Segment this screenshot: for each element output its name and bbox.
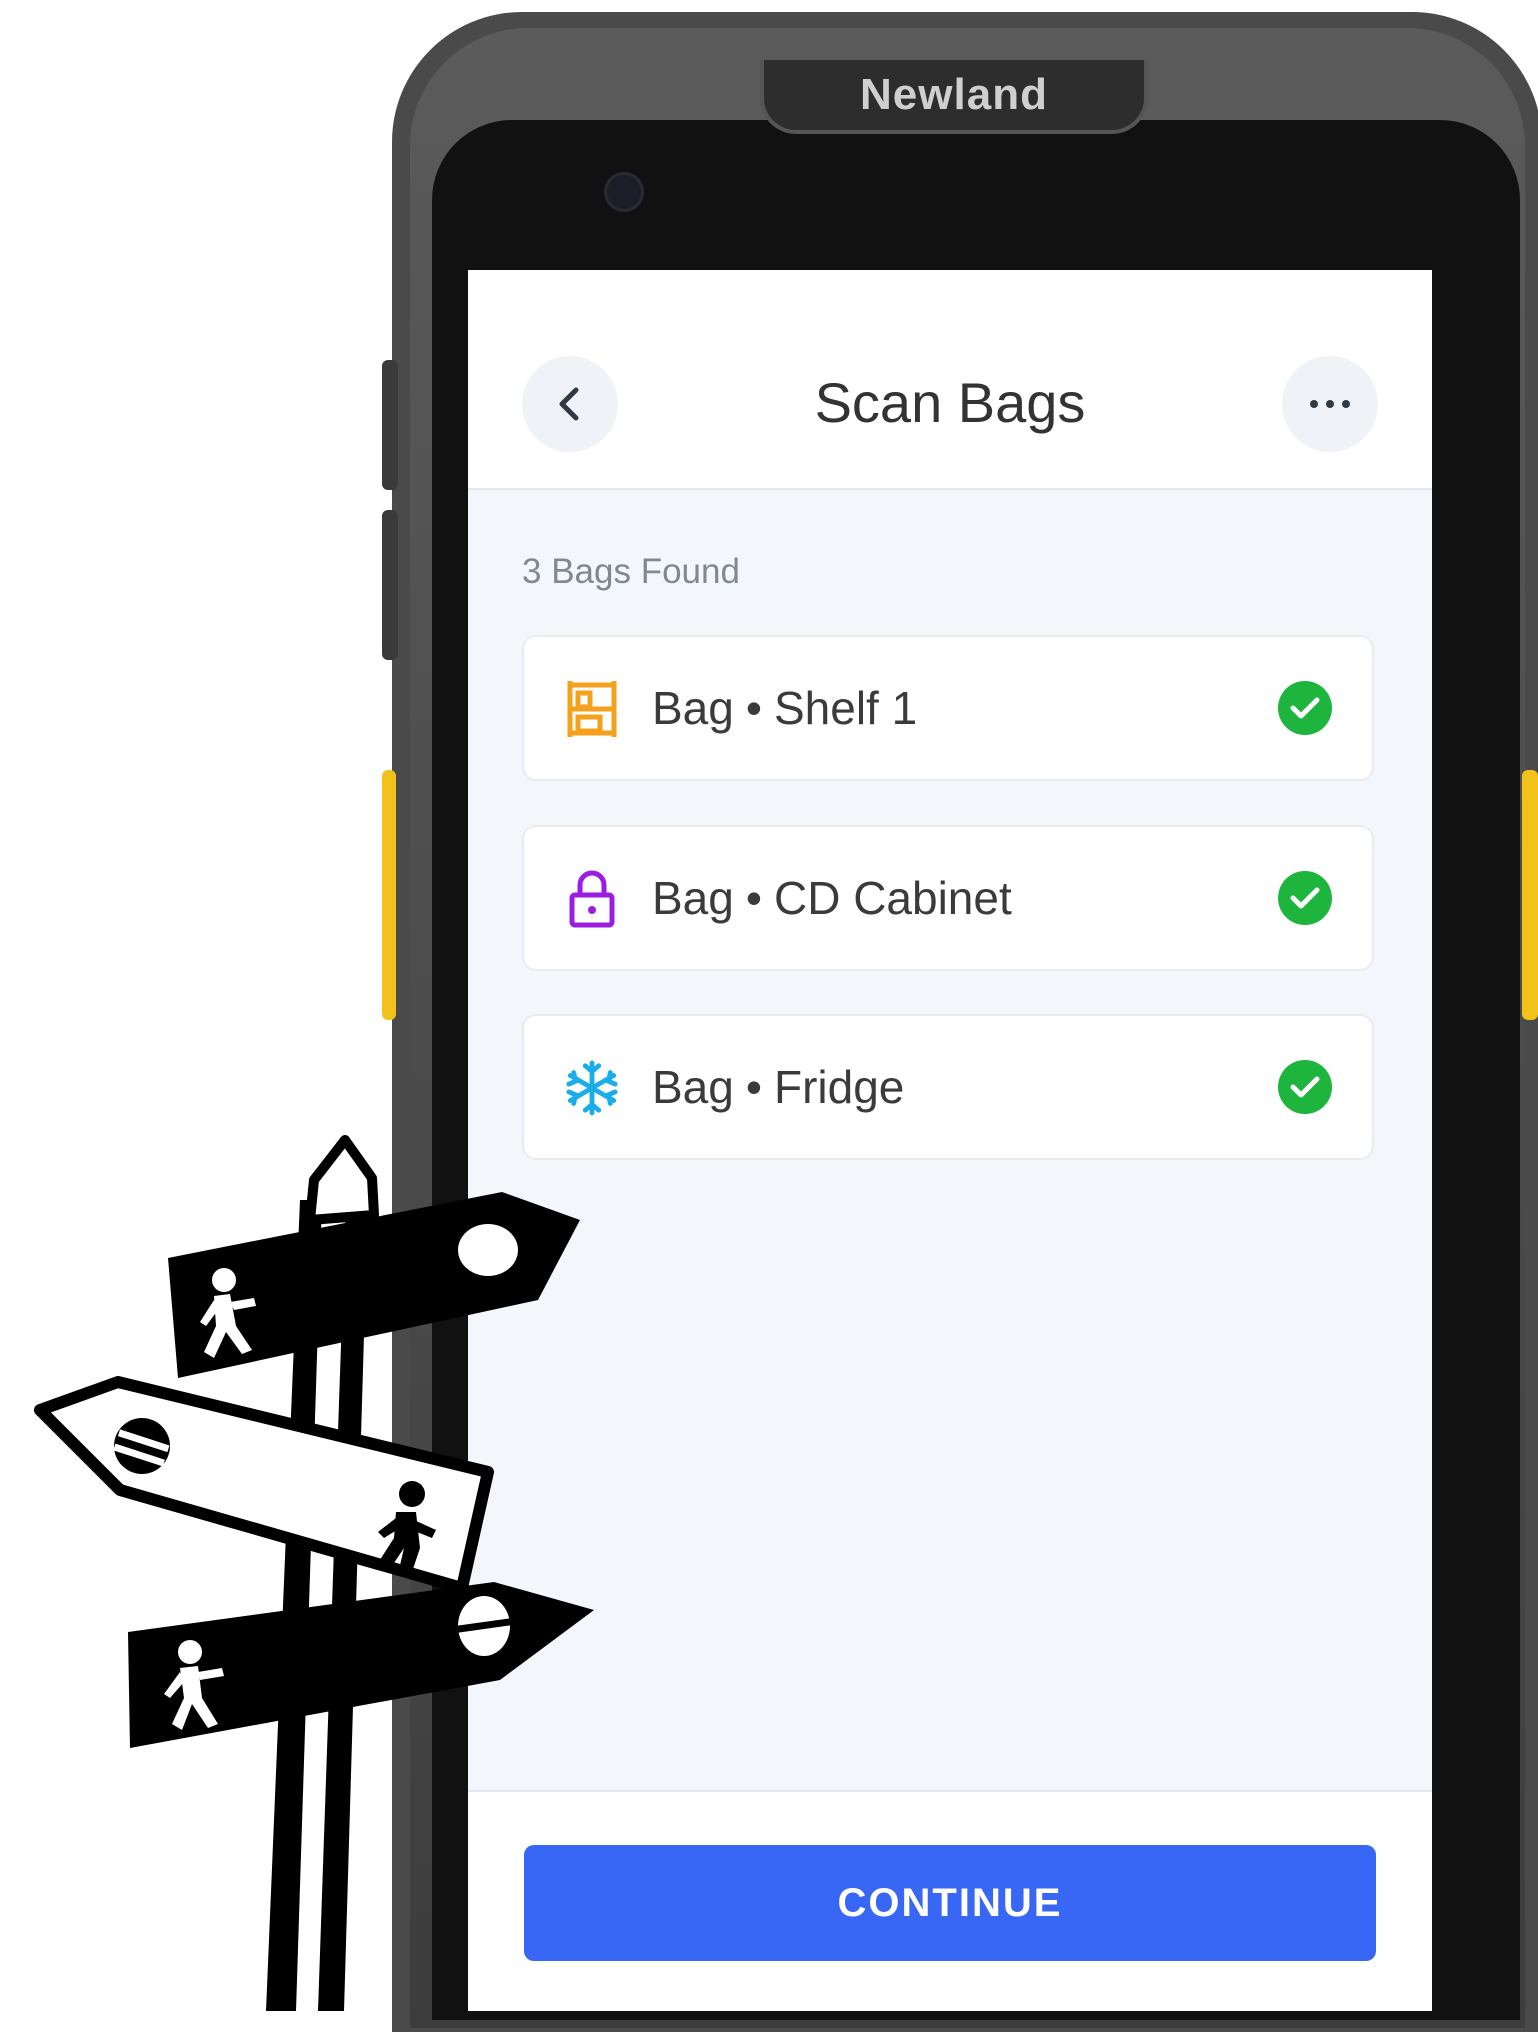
brand-logo: Newland xyxy=(860,70,1048,119)
scan-trigger-right xyxy=(1522,770,1538,1020)
more-options-button[interactable] xyxy=(1282,356,1378,452)
signpost-illustration xyxy=(34,1135,594,2011)
check-icon xyxy=(1278,681,1332,735)
bag-label: Bag • Shelf 1 xyxy=(652,682,918,734)
bag-label: Bag • CD Cabinet xyxy=(652,872,1012,924)
bag-list-item[interactable]: Bag • Shelf 1 xyxy=(522,635,1374,781)
bag-label: Bag • Fridge xyxy=(652,1061,905,1113)
bag-list-item[interactable]: Bag • Fridge xyxy=(522,1014,1374,1160)
continue-button[interactable]: CONTINUE xyxy=(524,1845,1376,1961)
bag-list-item[interactable]: Bag • CD Cabinet xyxy=(522,825,1374,971)
check-icon xyxy=(1278,871,1332,925)
check-icon xyxy=(1278,1060,1332,1114)
ellipsis-icon xyxy=(1310,400,1350,408)
